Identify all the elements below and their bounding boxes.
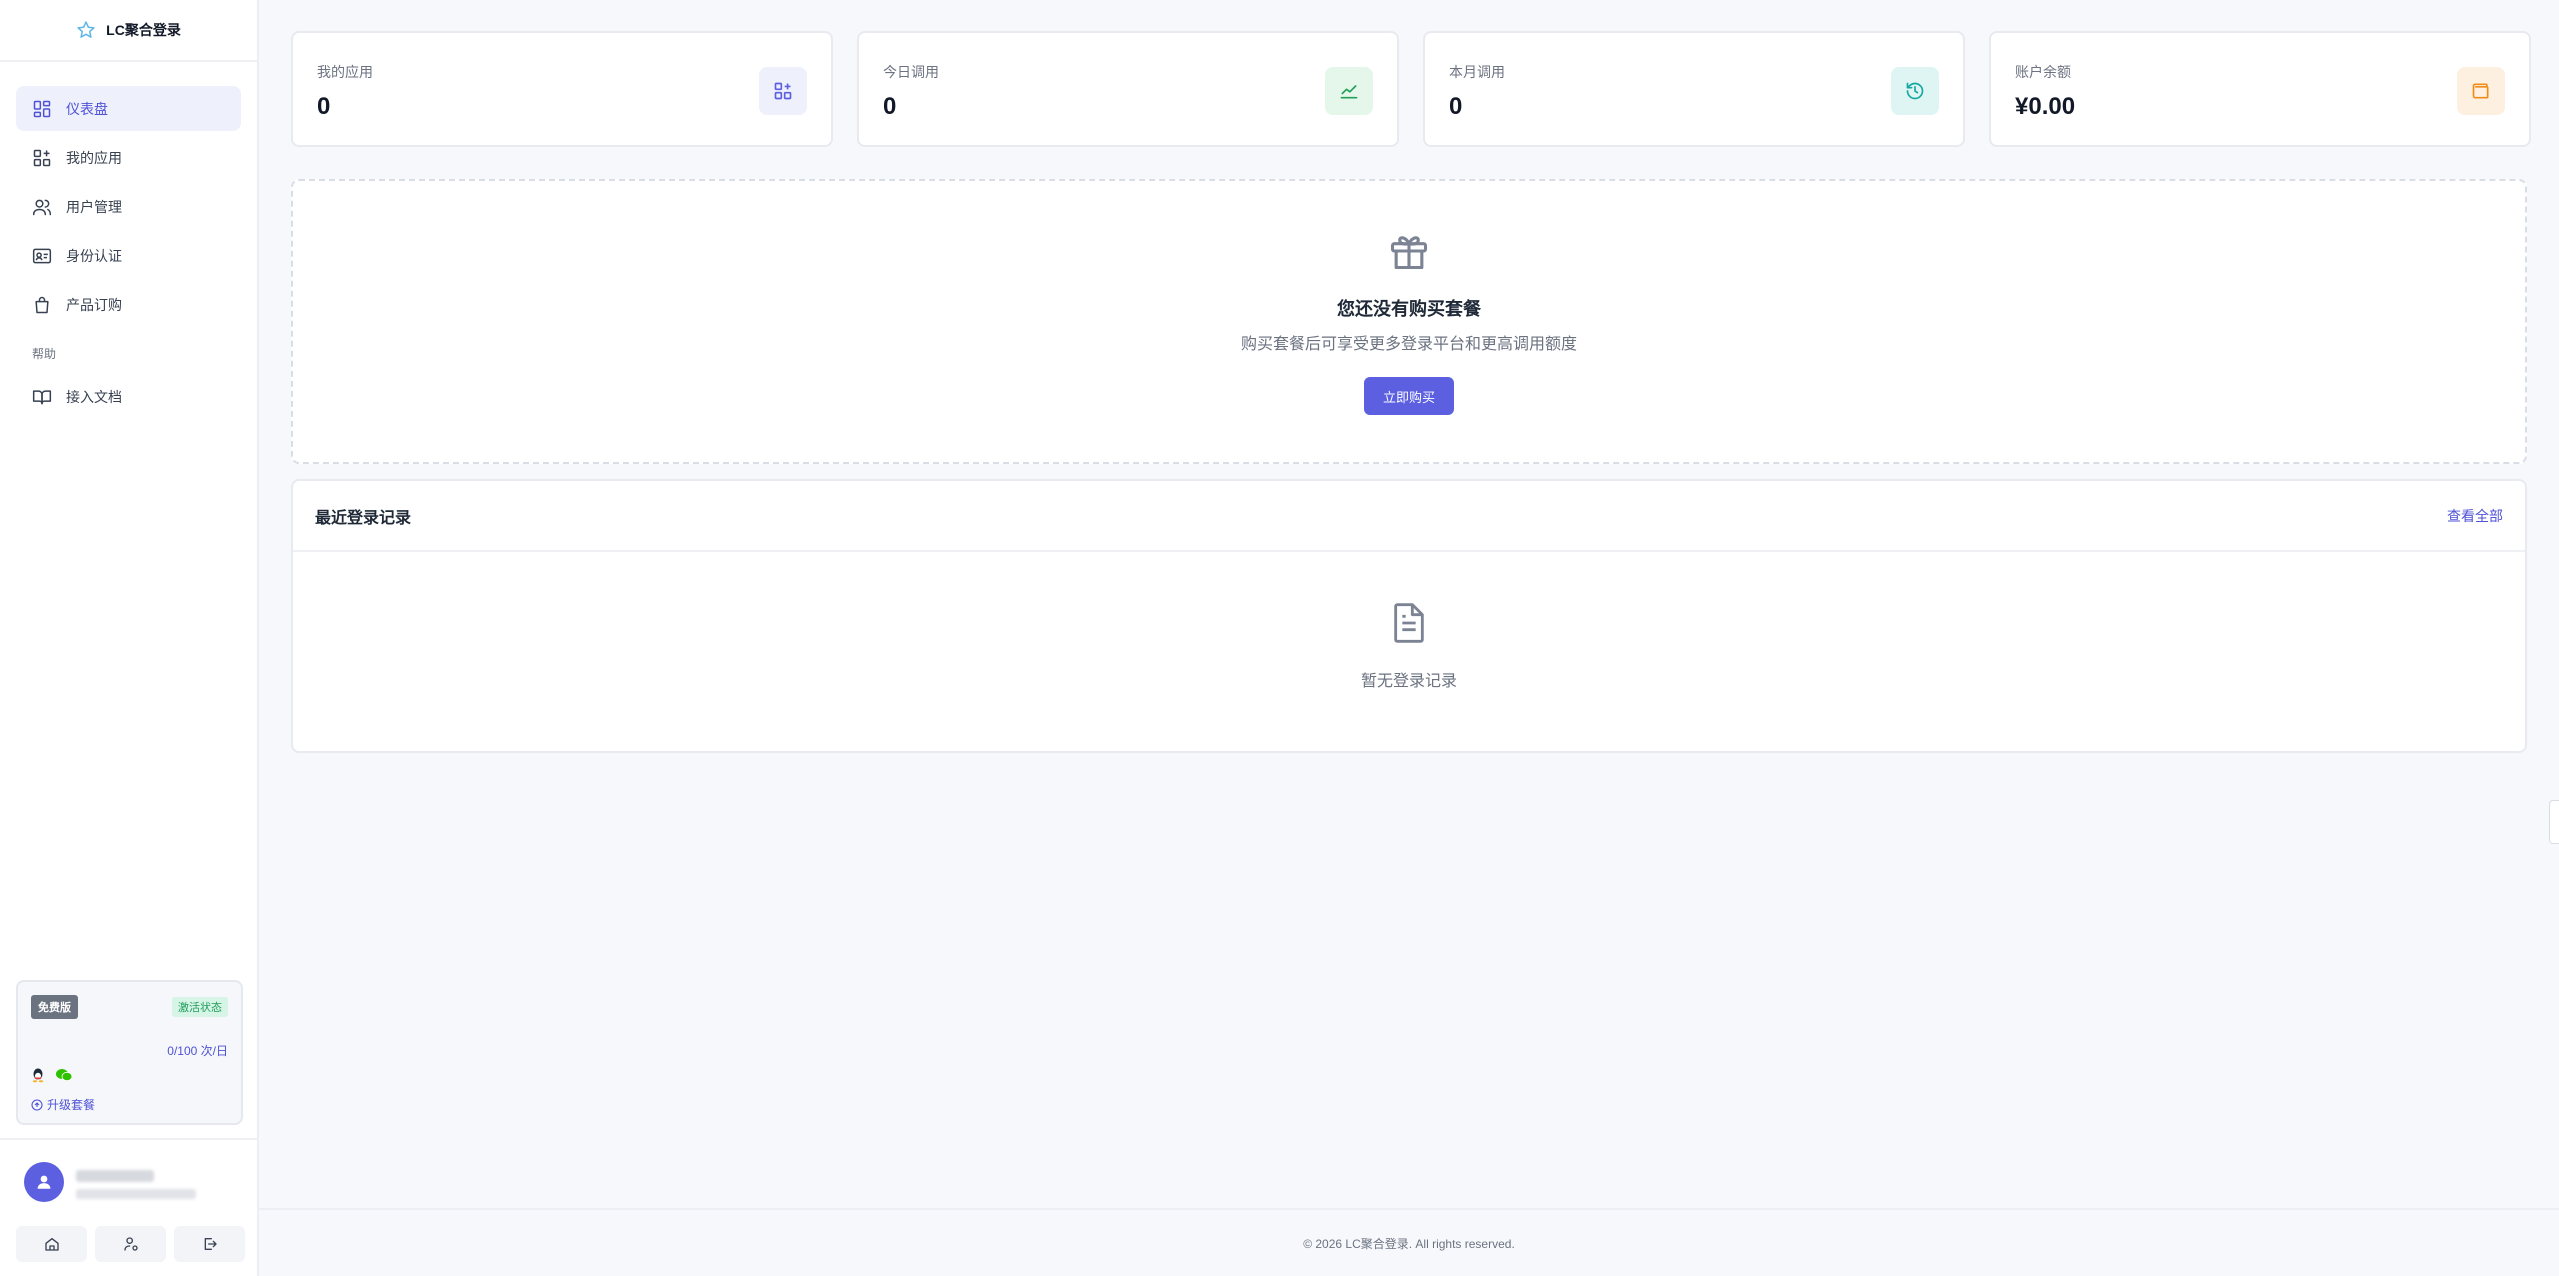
records-header: 最近登录记录 查看全部 xyxy=(293,481,2525,552)
records-empty-text: 暂无登录记录 xyxy=(1360,673,1457,690)
users-icon xyxy=(32,197,52,217)
promo-title: 您还没有购买套餐 xyxy=(1337,299,1481,319)
view-all-link[interactable]: 查看全部 xyxy=(2447,506,2503,526)
avatar[interactable] xyxy=(24,1162,64,1202)
stat-label: 今日调用 xyxy=(883,64,939,80)
shopping-bag-icon xyxy=(32,295,52,315)
sidebar-item-users[interactable]: 用户管理 xyxy=(16,184,241,229)
stat-card-apps: 我的应用 0 xyxy=(291,31,833,147)
plan-card: 免费版 激活状态 0/100 次/日 升级套餐 xyxy=(16,980,243,1125)
plan-platform-icons xyxy=(31,1067,73,1083)
sidebar-item-orders[interactable]: 产品订购 xyxy=(16,282,241,327)
sidebar-item-label: 接入文档 xyxy=(66,388,122,405)
plan-usage: 0/100 次/日 xyxy=(167,1044,228,1058)
home-button[interactable] xyxy=(16,1226,87,1262)
stat-card-balance: 账户余额 ¥0.00 xyxy=(1989,31,2531,147)
sidebar-item-label: 身份认证 xyxy=(66,247,122,264)
stat-value: 0 xyxy=(317,93,331,120)
records-title: 最近登录记录 xyxy=(315,509,412,527)
logout-icon xyxy=(204,1238,217,1250)
footer: © 2026 LC聚合登录. All rights reserved. xyxy=(259,1208,2559,1276)
buy-now-button[interactable]: 立即购买 xyxy=(1364,377,1454,415)
logout-button[interactable] xyxy=(174,1226,245,1262)
promo-description: 购买套餐后可享受更多登录平台和更高调用额度 xyxy=(1240,336,1577,353)
stat-value: 0 xyxy=(1449,93,1463,120)
wechat-icon xyxy=(55,1068,73,1082)
stat-card-month-calls: 本月调用 0 xyxy=(1423,31,1965,147)
brand[interactable]: LC聚合登录 xyxy=(0,0,257,62)
no-plan-promo: 您还没有购买套餐 购买套餐后可享受更多登录平台和更高调用额度 立即购买 xyxy=(291,179,2527,464)
upgrade-plan-link[interactable]: 升级套餐 xyxy=(31,1096,95,1113)
gift-icon xyxy=(1387,229,1431,273)
dashboard-icon xyxy=(32,99,52,119)
plan-status-badge: 激活状态 xyxy=(172,997,228,1017)
stat-label: 本月调用 xyxy=(1449,64,1505,80)
sidebar-item-label: 仪表盘 xyxy=(66,100,108,117)
upgrade-plan-label: 升级套餐 xyxy=(47,1098,96,1112)
user-area xyxy=(0,1138,259,1276)
wallet-icon xyxy=(2457,67,2505,115)
document-icon xyxy=(1389,601,1429,645)
history-icon xyxy=(1891,67,1939,115)
stat-value: ¥0.00 xyxy=(2015,93,2076,120)
sidebar-item-label: 我的应用 xyxy=(66,149,122,166)
sidebar-item-label: 用户管理 xyxy=(66,198,122,215)
plan-tier-badge: 免费版 xyxy=(31,995,78,1019)
trend-chart-icon xyxy=(1325,67,1373,115)
main-content: 我的应用 0 今日调用 0 本月调用 0 账户余额 ¥0.00 您还没有购买套餐… xyxy=(259,0,2559,1276)
star-icon xyxy=(76,20,96,40)
sidebar-item-apps[interactable]: 我的应用 xyxy=(16,135,241,180)
recent-login-records: 最近登录记录 查看全部 暂无登录记录 xyxy=(291,479,2527,753)
profile-settings-button[interactable] xyxy=(95,1226,166,1262)
id-card-icon xyxy=(32,246,52,266)
user-icon xyxy=(37,1175,51,1189)
brand-name: LC聚合登录 xyxy=(106,22,181,38)
apps-icon xyxy=(32,148,52,168)
user-email-redacted xyxy=(76,1189,196,1199)
apps-add-icon xyxy=(759,67,807,115)
arrow-up-circle-icon xyxy=(31,1098,43,1111)
home-icon xyxy=(44,1238,59,1251)
book-icon xyxy=(32,387,52,407)
sidebar-item-identity[interactable]: 身份认证 xyxy=(16,233,241,278)
sidebar-item-label: 产品订购 xyxy=(66,296,122,313)
stat-card-today-calls: 今日调用 0 xyxy=(857,31,1399,147)
stat-value: 0 xyxy=(883,93,897,120)
stat-label: 我的应用 xyxy=(317,64,373,80)
sidebar-item-dashboard[interactable]: 仪表盘 xyxy=(16,86,241,131)
user-name-redacted xyxy=(76,1170,154,1182)
sidebar: LC聚合登录 仪表盘 我的应用 用户管理 身份认证 产品订购 帮助 接入文档 免… xyxy=(0,0,259,1276)
sidebar-item-docs[interactable]: 接入文档 xyxy=(16,374,241,419)
qq-icon xyxy=(31,1067,45,1083)
sidebar-nav: 仪表盘 我的应用 用户管理 身份认证 产品订购 帮助 接入文档 xyxy=(0,62,257,419)
stat-label: 账户余额 xyxy=(2015,64,2071,80)
side-drawer-handle[interactable] xyxy=(2549,800,2559,844)
user-actions xyxy=(16,1226,245,1262)
user-settings-icon xyxy=(123,1237,138,1251)
sidebar-section-help: 帮助 xyxy=(32,347,57,361)
